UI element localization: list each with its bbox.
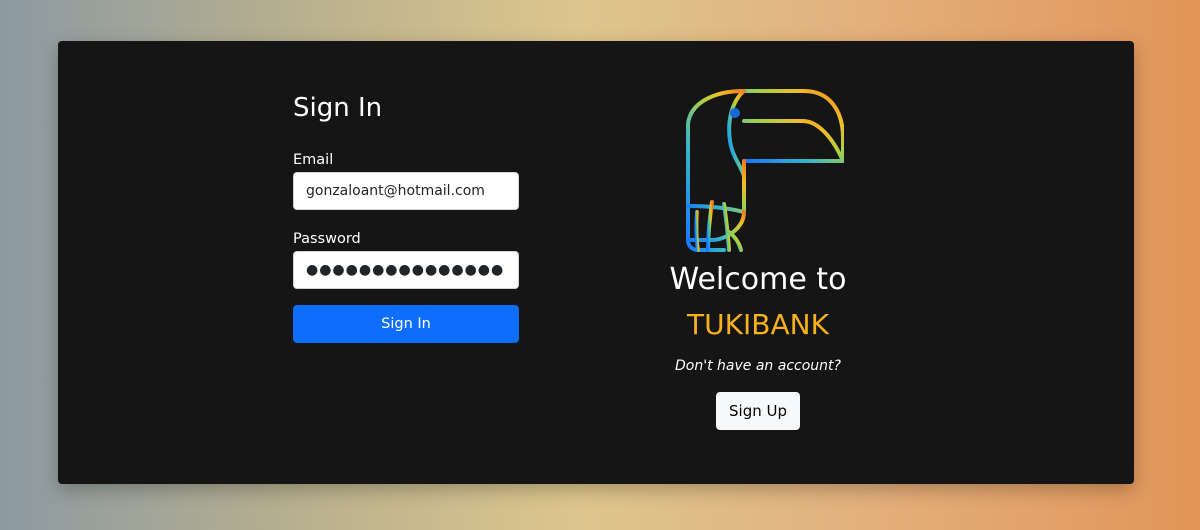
- sign-in-title: Sign In: [293, 93, 383, 123]
- welcome-heading: Welcome to: [669, 262, 847, 297]
- sign-up-button[interactable]: Sign Up: [716, 392, 800, 430]
- email-field[interactable]: [293, 172, 519, 210]
- email-label: Email: [293, 152, 334, 168]
- sign-in-form: Sign In Email Password Sign In: [293, 93, 519, 343]
- brand-name: TUKIBANK: [687, 308, 829, 341]
- password-field[interactable]: [293, 251, 519, 289]
- password-label: Password: [293, 231, 361, 247]
- toucan-logo-icon: [686, 89, 844, 252]
- sign-in-button[interactable]: Sign In: [293, 305, 519, 343]
- account-question: Don't have an account?: [675, 358, 841, 374]
- login-card: Sign In Email Password Sign In: [58, 41, 1134, 484]
- welcome-panel: Welcome to TUKIBANK Don't have an accoun…: [653, 86, 863, 430]
